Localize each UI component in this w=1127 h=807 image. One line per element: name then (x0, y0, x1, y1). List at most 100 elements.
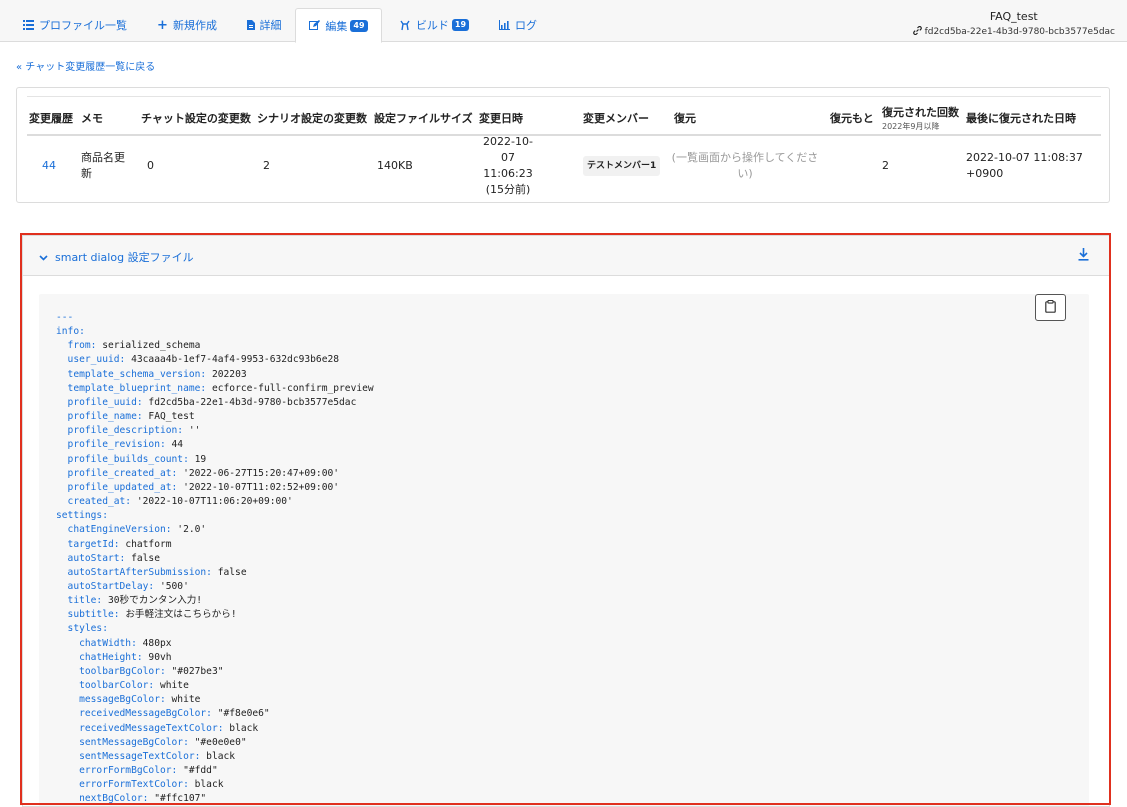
tab-edit[interactable]: 編集 49 (295, 8, 382, 43)
copy-button[interactable] (1035, 294, 1066, 321)
code-line: chatHeight: 90vh (56, 651, 374, 665)
code-value: '2.0' (171, 524, 207, 536)
code-key: errorFormTextColor: (56, 779, 189, 791)
code-value: black (223, 722, 259, 734)
code-key: subtitle: (56, 609, 120, 621)
code-key: profile_created_at: (56, 467, 178, 479)
last-restored-cell: 2022-10-07 11:08:37 +0900 (966, 138, 1083, 194)
code-key: --- (56, 312, 74, 323)
code-key: chatEngineVersion: (56, 524, 172, 536)
code-value: serialized_schema (96, 340, 201, 352)
code-value: chatform (119, 538, 172, 550)
code-line: chatEngineVersion: '2.0' (56, 523, 374, 537)
code-value: '2022-10-07T11:02:52+09:00' (177, 481, 340, 493)
code-key: nextBgColor: (56, 793, 149, 805)
tab-label: 詳細 (259, 19, 282, 32)
last-restored-tz: +0900 (966, 167, 1004, 180)
profile-uuid: fd2cd5ba-22e1-4b3d-9780-bcb3577e5dac (924, 27, 1115, 37)
back-to-history-link[interactable]: « チャット変更履歴一覧に戻る (16, 58, 155, 73)
code-value: "#f8e0e6" (211, 708, 270, 720)
code-value: '' (183, 425, 201, 437)
code-key: profile_revision: (56, 439, 166, 451)
restore-hint: (一覧画面から操作してくださ (671, 151, 819, 164)
code-line: receivedMessageBgColor: "#f8e0e6" (56, 707, 374, 721)
code-key: profile_name: (56, 411, 143, 423)
code-key: receivedMessageBgColor: (56, 708, 212, 720)
config-file-panel: smart dialog 設定ファイル --- info: from: seria… (22, 235, 1110, 807)
restore-cell: (一覧画面から操作してくださ い) (670, 138, 820, 194)
code-key: messageBgColor: (56, 694, 166, 706)
history-table-card: 変更履歴 メモ チャット設定の変更数 シナリオ設定の変更数 設定ファイルサイズ … (16, 87, 1110, 203)
time-text: 11:06:23 (483, 167, 533, 180)
code-value: false (125, 552, 160, 564)
code-value: "#fdd" (177, 765, 218, 776)
code-value: FAQ_test (142, 411, 195, 423)
code-key: autoStartAfterSubmission: (56, 566, 212, 578)
code-value: 30秒でカンタン入力! (102, 595, 203, 607)
code-value: '500' (154, 580, 189, 592)
code-line: profile_name: FAQ_test (56, 410, 374, 424)
copy-button-wrap (1035, 294, 1066, 321)
panel-toggle[interactable]: smart dialog 設定ファイル (39, 249, 194, 265)
code-line: targetId: chatform (56, 538, 374, 552)
code-line: nextBgColor: "#ffc107" (56, 792, 374, 806)
profile-uuid-link[interactable]: fd2cd5ba-22e1-4b3d-9780-bcb3577e5dac (912, 25, 1115, 38)
code-key: autoStart: (56, 552, 126, 564)
code-key: from: (56, 340, 97, 352)
code-line: template_schema_version: 202203 (56, 368, 374, 382)
config-code-block: --- info: from: serialized_schema user_uu… (39, 294, 1089, 806)
col-restore: 復元 (674, 112, 696, 125)
code-value: white (165, 694, 201, 706)
code-line: sentMessageTextColor: black (56, 750, 374, 764)
code-key: profile_description: (56, 425, 184, 437)
code-line: template_blueprint_name: ecforce-full-co… (56, 382, 374, 396)
col-memo: メモ (81, 112, 103, 125)
panel-title: smart dialog 設定ファイル (55, 251, 194, 264)
tab-profile-list[interactable]: プロファイル一覧 (16, 8, 134, 42)
code-line: chatWidth: 480px (56, 637, 374, 651)
code-key: targetId: (56, 538, 120, 550)
code-value: 202203 (206, 368, 247, 380)
code-key: info: (56, 326, 85, 338)
code-value: ecforce-full-confirm_preview (206, 382, 374, 394)
tab-detail[interactable]: 詳細 (236, 8, 292, 42)
chevron-down-icon (39, 251, 48, 264)
code-value: 44 (165, 439, 184, 451)
code-key: template_schema_version: (56, 368, 207, 380)
code-value: 90vh (142, 651, 172, 663)
member-cell: テストメンバー1 (583, 138, 661, 194)
chart-icon (499, 20, 510, 30)
code-value: '2022-10-07T11:06:20+09:00' (131, 496, 293, 508)
profile-info: FAQ_test fd2cd5ba-22e1-4b3d-9780-bcb3577… (912, 10, 1115, 38)
col-member: 変更メンバー (583, 112, 649, 125)
code-value: 43caaa4b-1ef7-4af4-9953-632dc93b6e28 (125, 354, 340, 366)
col-chat-changes: チャット設定の変更数 (141, 112, 251, 125)
download-icon[interactable] (1078, 248, 1089, 264)
code-line: profile_created_at: '2022-06-27T15:20:47… (56, 467, 374, 481)
code-key: styles: (56, 623, 108, 635)
tab-new[interactable]: + 新規作成 (148, 8, 226, 42)
code-key: errorFormBgColor: (56, 765, 178, 776)
code-line: --- (56, 311, 374, 325)
memo-cell: 商品名更 新 (81, 138, 125, 194)
scenario-changes-cell: 2 (263, 159, 270, 172)
revision-link[interactable]: 44 (42, 138, 56, 194)
code-line: autoStartAfterSubmission: false (56, 566, 374, 580)
tab-label: プロファイル一覧 (39, 19, 127, 32)
code-value: 19 (188, 453, 207, 465)
code-key: toolbarBgColor: (56, 665, 166, 677)
col-changed-at: 変更日時 (479, 112, 523, 125)
restore-count-cell: 2 (882, 159, 889, 172)
code-value: black (200, 750, 236, 762)
top-tab-bar: プロファイル一覧 + 新規作成 詳細 編集 49 ビルド 19 ログ FAQ_t… (0, 0, 1127, 43)
memo-text: 商品名更 (81, 151, 125, 164)
code-line: autoStartDelay: '500' (56, 580, 374, 594)
tab-build[interactable]: ビルド 19 (392, 8, 476, 42)
col-last-restored: 最後に復元された日時 (966, 112, 1076, 125)
code-key: profile_builds_count: (56, 453, 189, 465)
tab-log[interactable]: ログ (490, 8, 546, 42)
code-line: created_at: '2022-10-07T11:06:20+09:00' (56, 495, 374, 509)
code-value: "#e0e0e0" (188, 736, 247, 748)
code-line: settings: (56, 509, 374, 523)
memo-text: 新 (81, 167, 92, 180)
